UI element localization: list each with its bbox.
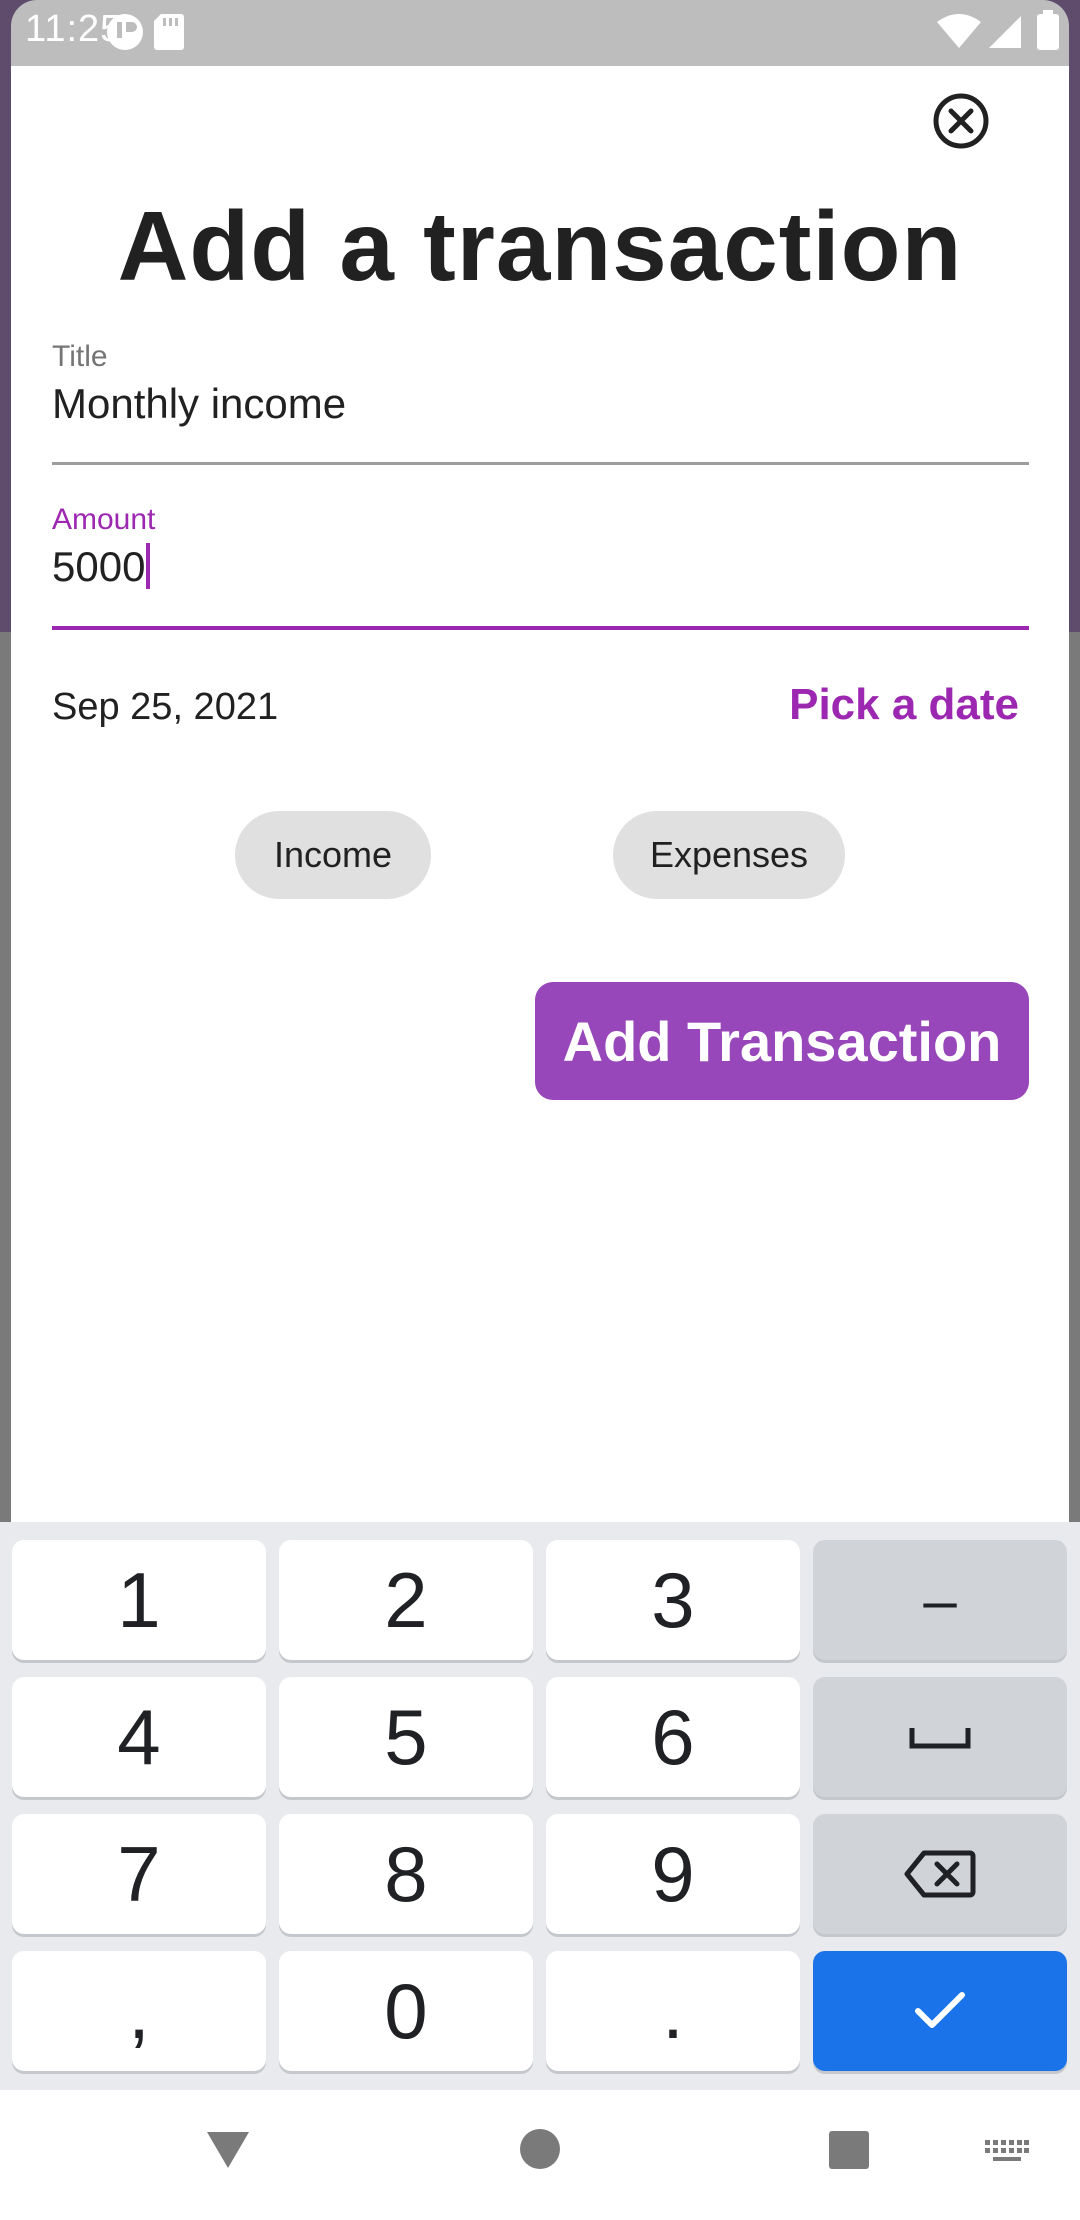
home-icon[interactable] — [519, 2128, 561, 2170]
amount-field-value: 5000 — [52, 543, 146, 590]
alert-icon — [105, 12, 145, 57]
add-transaction-sheet: Add a transaction Title Monthly income A… — [11, 66, 1069, 1522]
key-1[interactable]: 1 — [12, 1540, 266, 1660]
key-comma[interactable]: , — [12, 1951, 266, 2071]
close-button[interactable] — [932, 92, 990, 150]
key-4[interactable]: 4 — [12, 1677, 266, 1797]
selected-date: Sep 25, 2021 — [52, 686, 279, 728]
title-field-label: Title — [52, 340, 108, 373]
key-5[interactable]: 5 — [279, 1677, 533, 1797]
amount-field-label: Amount — [52, 503, 156, 536]
sd-card-icon — [153, 12, 185, 57]
page-title: Add a transaction — [117, 191, 963, 301]
battery-icon — [1037, 10, 1059, 55]
key-6[interactable]: 6 — [546, 1677, 800, 1797]
key-done[interactable] — [813, 1951, 1067, 2071]
back-icon[interactable] — [205, 2130, 251, 2170]
key-backspace[interactable] — [813, 1814, 1067, 1934]
check-icon — [915, 1992, 965, 2028]
recents-icon[interactable] — [828, 2130, 870, 2170]
signal-icon — [987, 14, 1023, 55]
amount-field[interactable]: Amount 5000 — [52, 503, 1029, 703]
minus-glyph: – — [923, 1566, 957, 1634]
keyboard-icon[interactable] — [985, 2140, 1029, 2168]
key-2[interactable]: 2 — [279, 1540, 533, 1660]
backspace-icon — [904, 1850, 976, 1898]
amount-field-underline — [52, 626, 1029, 630]
amount-field-value-row: 5000 — [52, 543, 1029, 591]
key-0[interactable]: 0 — [279, 1951, 533, 2071]
space-icon — [909, 1728, 971, 1749]
key-minus[interactable]: – — [813, 1540, 1067, 1660]
wifi-icon — [937, 14, 981, 55]
key-7[interactable]: 7 — [12, 1814, 266, 1934]
title-field-value: Monthly income — [52, 380, 347, 427]
key-3[interactable]: 3 — [546, 1540, 800, 1660]
status-bar: 11:25 — [11, 0, 1069, 66]
key-space[interactable] — [813, 1677, 1067, 1797]
numeric-keyboard: 1 2 3 – 4 5 6 7 8 9 , 0 . — [0, 1522, 1080, 2090]
pick-date-button[interactable]: Pick a date — [749, 680, 1019, 730]
key-period[interactable]: . — [546, 1951, 800, 2071]
expenses-chip[interactable]: Expenses — [613, 811, 845, 899]
key-8[interactable]: 8 — [279, 1814, 533, 1934]
text-cursor — [146, 543, 151, 589]
key-9[interactable]: 9 — [546, 1814, 800, 1934]
income-chip[interactable]: Income — [235, 811, 431, 899]
navigation-bar — [0, 2090, 1080, 2220]
add-transaction-button[interactable]: Add Transaction — [535, 982, 1029, 1100]
close-circle-icon — [933, 93, 989, 149]
title-field-underline — [52, 462, 1029, 465]
